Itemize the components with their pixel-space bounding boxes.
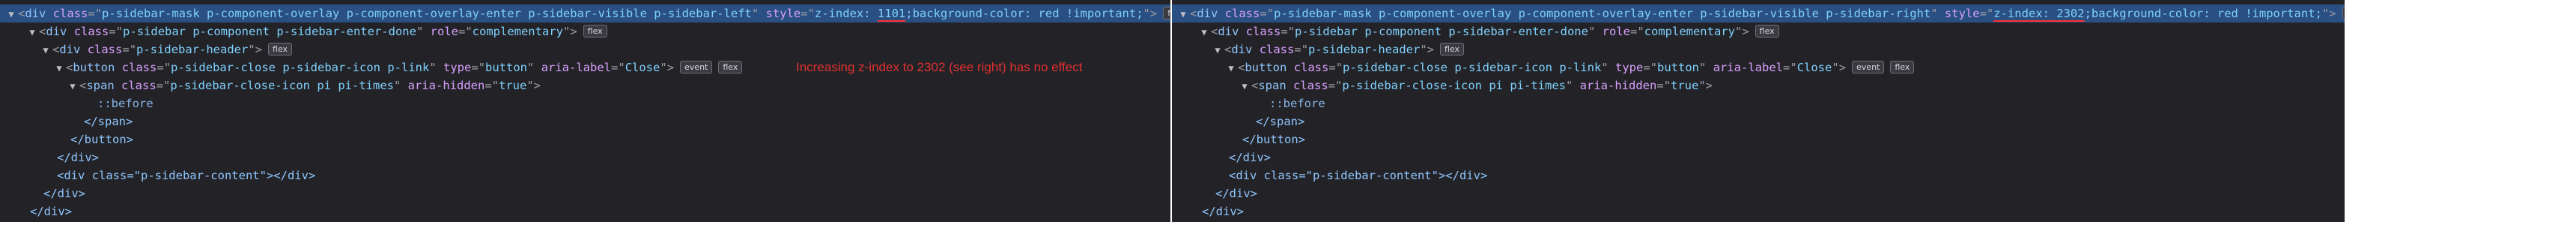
devtools-inspector-left: ▼ <div class="p-sidebar-mask p-component-… <box>0 0 1170 222</box>
node-close-div: </div> <box>30 205 72 218</box>
node-sidebar-mask-right[interactable]: ▼ <div class="p-sidebar-mask p-component-… <box>1172 4 2345 22</box>
flex-badge[interactable]: flex <box>268 43 293 56</box>
devtools-inspector-right: ▼ <div class="p-sidebar-mask p-component-… <box>1172 0 2345 222</box>
flex-badge[interactable]: flex <box>718 61 743 74</box>
node-before-pseudo[interactable]: ::before <box>1172 94 2345 112</box>
node-close-icon-span[interactable]: ▼ <span class="p-sidebar-close-icon pi pi… <box>1172 76 2345 94</box>
node-close-span: </span> <box>1256 115 1305 128</box>
node-sidebar-content[interactable]: <div class="p-sidebar-content"></div> <box>0 166 1170 184</box>
node-close-div: </div> <box>1202 205 1244 218</box>
expand-toggle-icon[interactable]: ▼ <box>1197 23 1211 41</box>
flex-badge[interactable]: flex <box>1163 7 1170 20</box>
expand-toggle-icon[interactable]: ▼ <box>1238 77 1251 95</box>
node-close-icon-span[interactable]: ▼ <span class="p-sidebar-close-icon pi pi… <box>0 76 1170 94</box>
node-close-span: </span> <box>84 115 133 128</box>
node-before-pseudo[interactable]: ::before <box>0 94 1170 112</box>
screenshot-stage: ▼ <div class="p-sidebar-mask p-component-… <box>0 0 2576 228</box>
expand-toggle-icon[interactable]: ▼ <box>66 77 79 95</box>
zindex-value: 1101 <box>877 7 906 20</box>
annotation-text: Increasing z-index to 2302 (see right) h… <box>796 60 1083 74</box>
flex-badge[interactable]: flex <box>583 25 607 38</box>
node-close-div: </div> <box>43 187 85 200</box>
node-sidebar-mask-left[interactable]: ▼ <div class="p-sidebar-mask p-component-… <box>0 4 1170 22</box>
flex-badge[interactable]: flex <box>1890 61 1915 74</box>
node-sidebar[interactable]: ▼ <div class="p-sidebar p-component p-sid… <box>0 22 1170 40</box>
node-close-div: </div> <box>1215 187 1257 200</box>
node-sidebar[interactable]: ▼ <div class="p-sidebar p-component p-sid… <box>1172 22 2345 40</box>
expand-toggle-icon[interactable]: ▼ <box>1176 5 1190 23</box>
expand-toggle-icon[interactable]: ▼ <box>39 41 52 59</box>
flex-badge[interactable]: flex <box>1440 43 1465 56</box>
expand-toggle-icon[interactable]: ▼ <box>25 23 39 41</box>
expand-toggle-icon[interactable]: ▼ <box>52 59 66 77</box>
node-close-div: </div> <box>57 151 99 164</box>
zindex-value: 2302 <box>2056 7 2085 20</box>
event-badge[interactable]: event <box>1852 61 1885 74</box>
expand-toggle-icon[interactable]: ▼ <box>1211 41 1224 59</box>
event-badge[interactable]: event <box>680 61 713 74</box>
expand-toggle-icon[interactable]: ▼ <box>1224 59 1238 77</box>
node-close-button[interactable]: ▼ <button class="p-sidebar-close p-sideba… <box>1172 58 2345 76</box>
flex-badge[interactable]: flex <box>2342 7 2345 20</box>
node-sidebar-header[interactable]: ▼ <div class="p-sidebar-header"> flex <box>1172 40 2345 58</box>
node-close-button-end: </button> <box>70 133 133 146</box>
expand-toggle-icon[interactable]: ▼ <box>4 5 18 23</box>
node-sidebar-header[interactable]: ▼ <div class="p-sidebar-header"> flex <box>0 40 1170 58</box>
flex-badge[interactable]: flex <box>1755 25 1779 38</box>
node-close-button-end: </button> <box>1242 133 1305 146</box>
node-close-div: </div> <box>1229 151 1271 164</box>
node-sidebar-content[interactable]: <div class="p-sidebar-content"></div> <box>1172 166 2345 184</box>
